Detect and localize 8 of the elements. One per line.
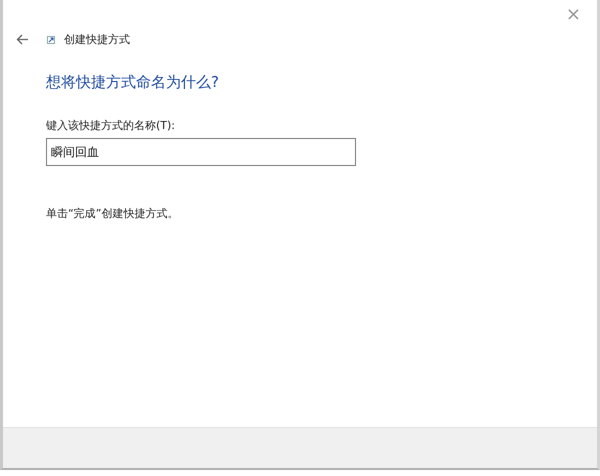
back-arrow-icon: [16, 34, 29, 45]
input-field[interactable]: 瞬间回血: [46, 138, 356, 166]
wizard-heading: 想将快捷方式命名为什么?: [46, 73, 219, 92]
shortcut-icon: [47, 36, 55, 44]
instruction-text: 单击“完成”创建快捷方式。: [46, 206, 178, 221]
back-button[interactable]: [14, 32, 31, 47]
field-label: 键入该快捷方式的名称(T):: [46, 118, 176, 133]
window-title: 创建快捷方式: [64, 32, 130, 47]
